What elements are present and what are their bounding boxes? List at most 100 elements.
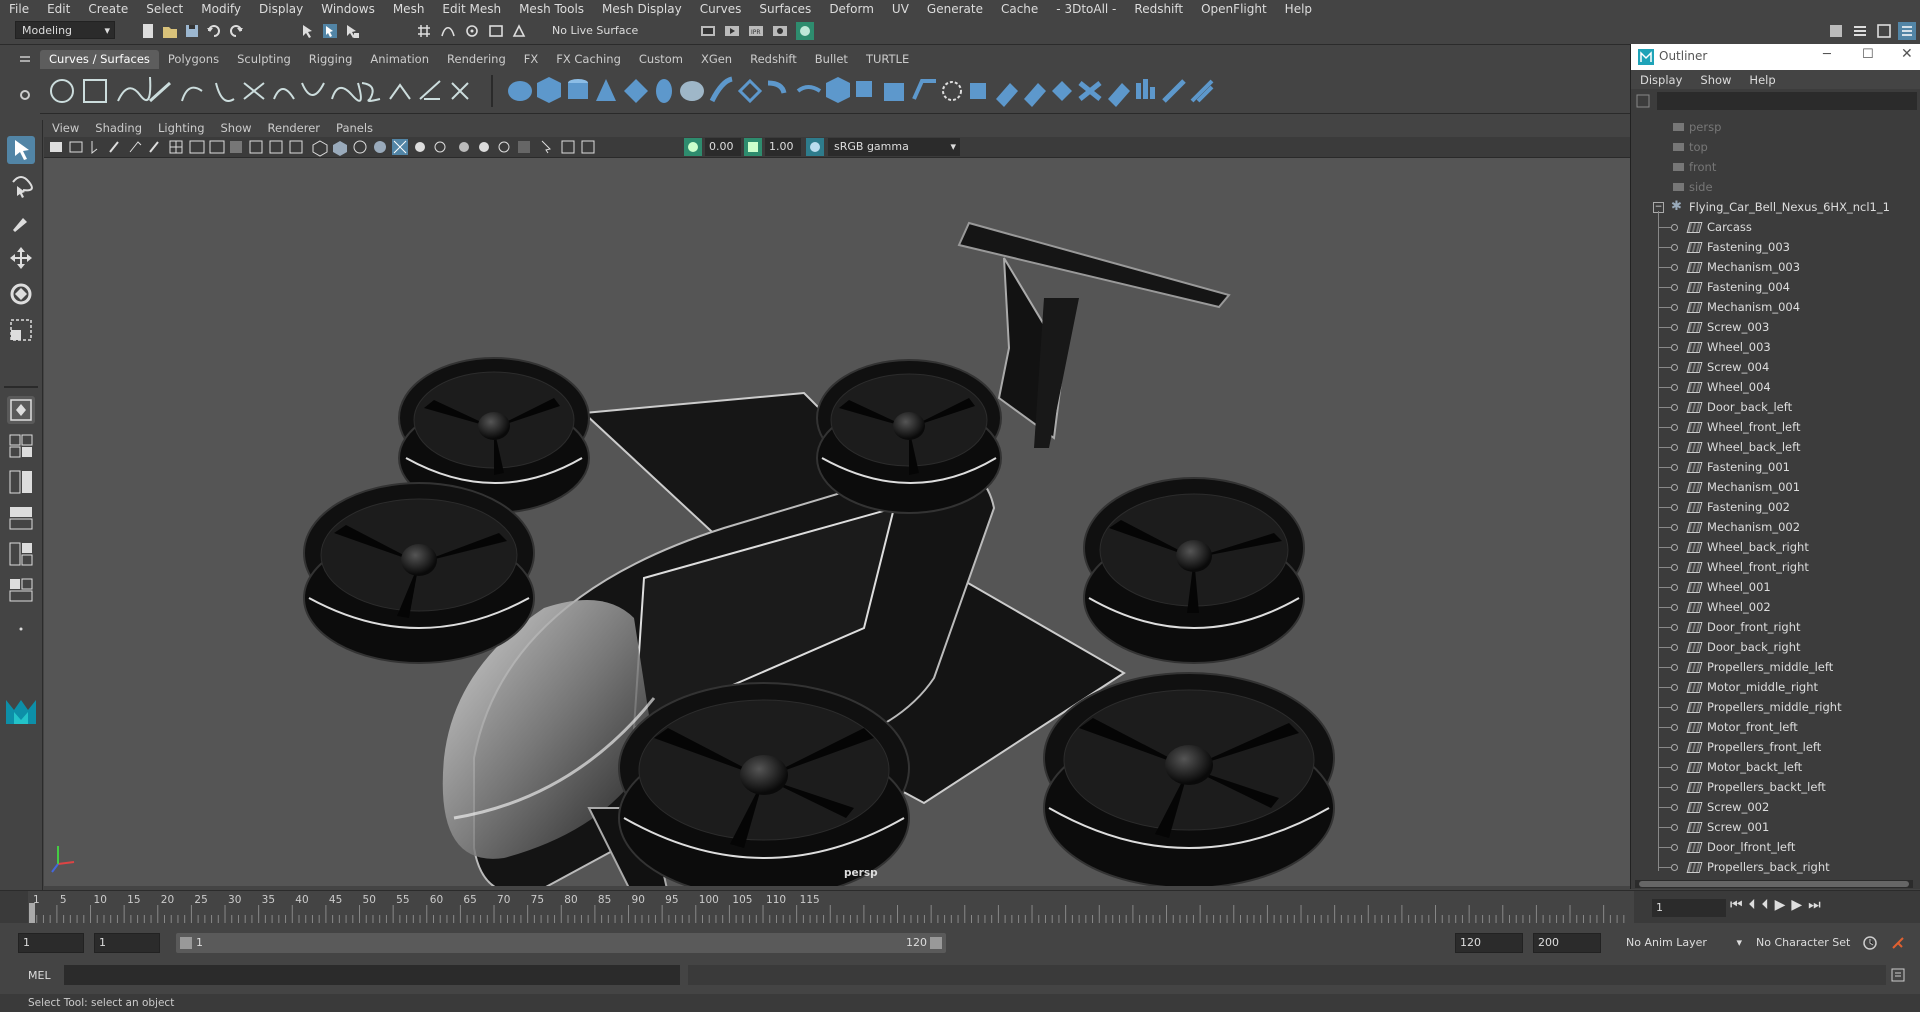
exposure-icon[interactable] [684,138,702,156]
shelf-tab-sculpting[interactable]: Sculpting [228,50,300,69]
outliner-item-fastening-003[interactable]: Fastening_003 [1631,237,1917,257]
menu-mesh-tools[interactable]: Mesh Tools [510,2,593,16]
viewport-menu-panels[interactable]: Panels [328,121,381,135]
hypershade-layout-button[interactable] [7,576,35,604]
time-slider[interactable]: 1 5 10 15 20 25 30 35 40 45 50 55 60 65 70 75 80 85 90 95 10… [0,890,1920,923]
outliner-item-mechanism-003[interactable]: Mechanism_003 [1631,257,1917,277]
channel-box-icon[interactable] [1898,22,1916,40]
snap-point-icon[interactable] [464,23,480,39]
outliner-item-carcass[interactable]: Carcass [1631,217,1917,237]
animation-preferences-icon[interactable] [1890,935,1906,951]
command-input[interactable] [64,965,680,985]
outliner-item-fastening-004[interactable]: Fastening_004 [1631,277,1917,297]
outliner-hscrollbar[interactable] [1635,880,1913,888]
shelf-tab-polygons[interactable]: Polygons [159,50,228,69]
outliner-item-mechanism-002[interactable]: Mechanism_002 [1631,517,1917,537]
menu-cache[interactable]: Cache [992,2,1047,16]
viewport-menu-renderer[interactable]: Renderer [260,121,329,135]
outliner-item-mechanism-001[interactable]: Mechanism_001 [1631,477,1917,497]
select-object-icon[interactable] [322,23,338,39]
auto-key-icon[interactable] [1862,935,1878,951]
end-frame-field[interactable]: 200 [1533,933,1601,953]
move-tool-button[interactable] [7,244,35,272]
outliner-item-door-lfront-left[interactable]: Door_lfront_left [1631,837,1917,857]
script-editor-icon[interactable] [1890,967,1906,983]
toolbox-more-button[interactable] [7,620,35,638]
gamma-field[interactable]: 1.00 [765,138,801,156]
menu-curves[interactable]: Curves [691,2,751,16]
outliner-camera-side[interactable]: side [1631,177,1917,197]
range-slider[interactable]: 1 120 [176,933,946,953]
rotate-tool-button[interactable] [7,280,35,308]
outliner-item-door-back-left[interactable]: Door_back_left [1631,397,1917,417]
outliner-menu-help[interactable]: Help [1740,73,1784,87]
character-set-dropdown[interactable]: No Character Set [1756,936,1866,949]
shelf-tab-xgen[interactable]: XGen [692,50,741,69]
outliner-item-propellers-middle-right[interactable]: Propellers_middle_right [1631,697,1917,717]
minimize-icon[interactable]: ─ [1823,47,1831,62]
menu-deform[interactable]: Deform [820,2,883,16]
shelf-tab-animation[interactable]: Animation [361,50,438,69]
open-scene-icon[interactable] [162,23,178,39]
menu-surfaces[interactable]: Surfaces [750,2,820,16]
redo-icon[interactable] [228,23,244,39]
playback-controls[interactable]: ⏮⏴⏴▶▶⏭ [1730,897,1915,917]
live-surface-field[interactable]: No Live Surface [552,21,644,40]
hypershade-icon[interactable] [796,22,814,40]
outliner-item-mechanism-004[interactable]: Mechanism_004 [1631,297,1917,317]
menu-3dtoall[interactable]: - 3DtoAll - [1047,2,1125,16]
range-handle-right[interactable] [930,937,942,949]
gamma-icon[interactable] [744,138,762,156]
maximize-icon[interactable]: ☐ [1862,47,1874,62]
outliner-item-propellers-backt-left[interactable]: Propellers_backt_left [1631,777,1917,797]
outliner-item-wheel-back-left[interactable]: Wheel_back_left [1631,437,1917,457]
select-component-icon[interactable] [344,23,360,39]
viewport-menu-lighting[interactable]: Lighting [150,121,212,135]
outliner-item-door-back-right[interactable]: Door_back_right [1631,637,1917,657]
command-language-label[interactable]: MEL [28,969,51,982]
shelf-tab-custom[interactable]: Custom [630,50,692,69]
start-frame-field[interactable]: 1 [18,933,84,953]
shelf-tab-bullet[interactable]: Bullet [806,50,857,69]
viewport-menu-shading[interactable]: Shading [87,121,150,135]
outliner-camera-top[interactable]: top [1631,137,1917,157]
playback-start-field[interactable]: 1 [94,933,160,953]
outliner-item-wheel-004[interactable]: Wheel_004 [1631,377,1917,397]
menu-generate[interactable]: Generate [918,2,992,16]
render-view-icon[interactable] [700,23,716,39]
shelf-icons[interactable] [40,69,1630,113]
render-current-frame-icon[interactable] [724,23,740,39]
viewport-menu-show[interactable]: Show [213,121,260,135]
outliner-item-fastening-002[interactable]: Fastening_002 [1631,497,1917,517]
two-pane-layout-button[interactable] [7,468,35,496]
make-live-icon[interactable] [512,23,528,39]
outliner-item-motor-front-left[interactable]: Motor_front_left [1631,717,1917,737]
shelf-tab-redshift[interactable]: Redshift [741,50,806,69]
shelf-menu-icon[interactable] [18,52,32,68]
outliner-item-wheel-back-right[interactable]: Wheel_back_right [1631,537,1917,557]
attribute-editor-icon[interactable] [1852,23,1868,39]
outliner-item-motor-backt-left[interactable]: Motor_backt_left [1631,757,1917,777]
outliner-layout-button[interactable] [7,504,35,532]
outliner-item-wheel-001[interactable]: Wheel_001 [1631,577,1917,597]
shelf-tab-rigging[interactable]: Rigging [300,50,362,69]
shelf-tab-fx[interactable]: FX [515,50,548,69]
current-time-marker[interactable] [29,903,35,923]
menu-openflight[interactable]: OpenFlight [1192,2,1276,16]
outliner-item-fastening-001[interactable]: Fastening_001 [1631,457,1917,477]
outliner-search-input[interactable] [1657,92,1917,110]
snap-view-plane-icon[interactable] [488,23,504,39]
timeline-ruler[interactable]: 1 5 10 15 20 25 30 35 40 45 50 55 60 65 70 75 80 85 90 95 10… [0,891,1636,923]
tool-settings-icon[interactable] [1876,23,1892,39]
graph-layout-button[interactable] [7,540,35,568]
menu-mesh[interactable]: Mesh [384,2,434,16]
outliner-item-screw-003[interactable]: Screw_003 [1631,317,1917,337]
outliner-item-propellers-front-left[interactable]: Propellers_front_left [1631,737,1917,757]
shelf-tab-turtle[interactable]: TURTLE [857,50,918,69]
outliner-item-propellers-back-right[interactable]: Propellers_back_right [1631,857,1917,877]
perspective-viewport[interactable]: persp [44,158,1630,886]
menu-display[interactable]: Display [250,2,312,16]
menu-edit-mesh[interactable]: Edit Mesh [433,2,510,16]
menu-help[interactable]: Help [1276,2,1321,16]
outliner-menu-show[interactable]: Show [1691,73,1740,87]
